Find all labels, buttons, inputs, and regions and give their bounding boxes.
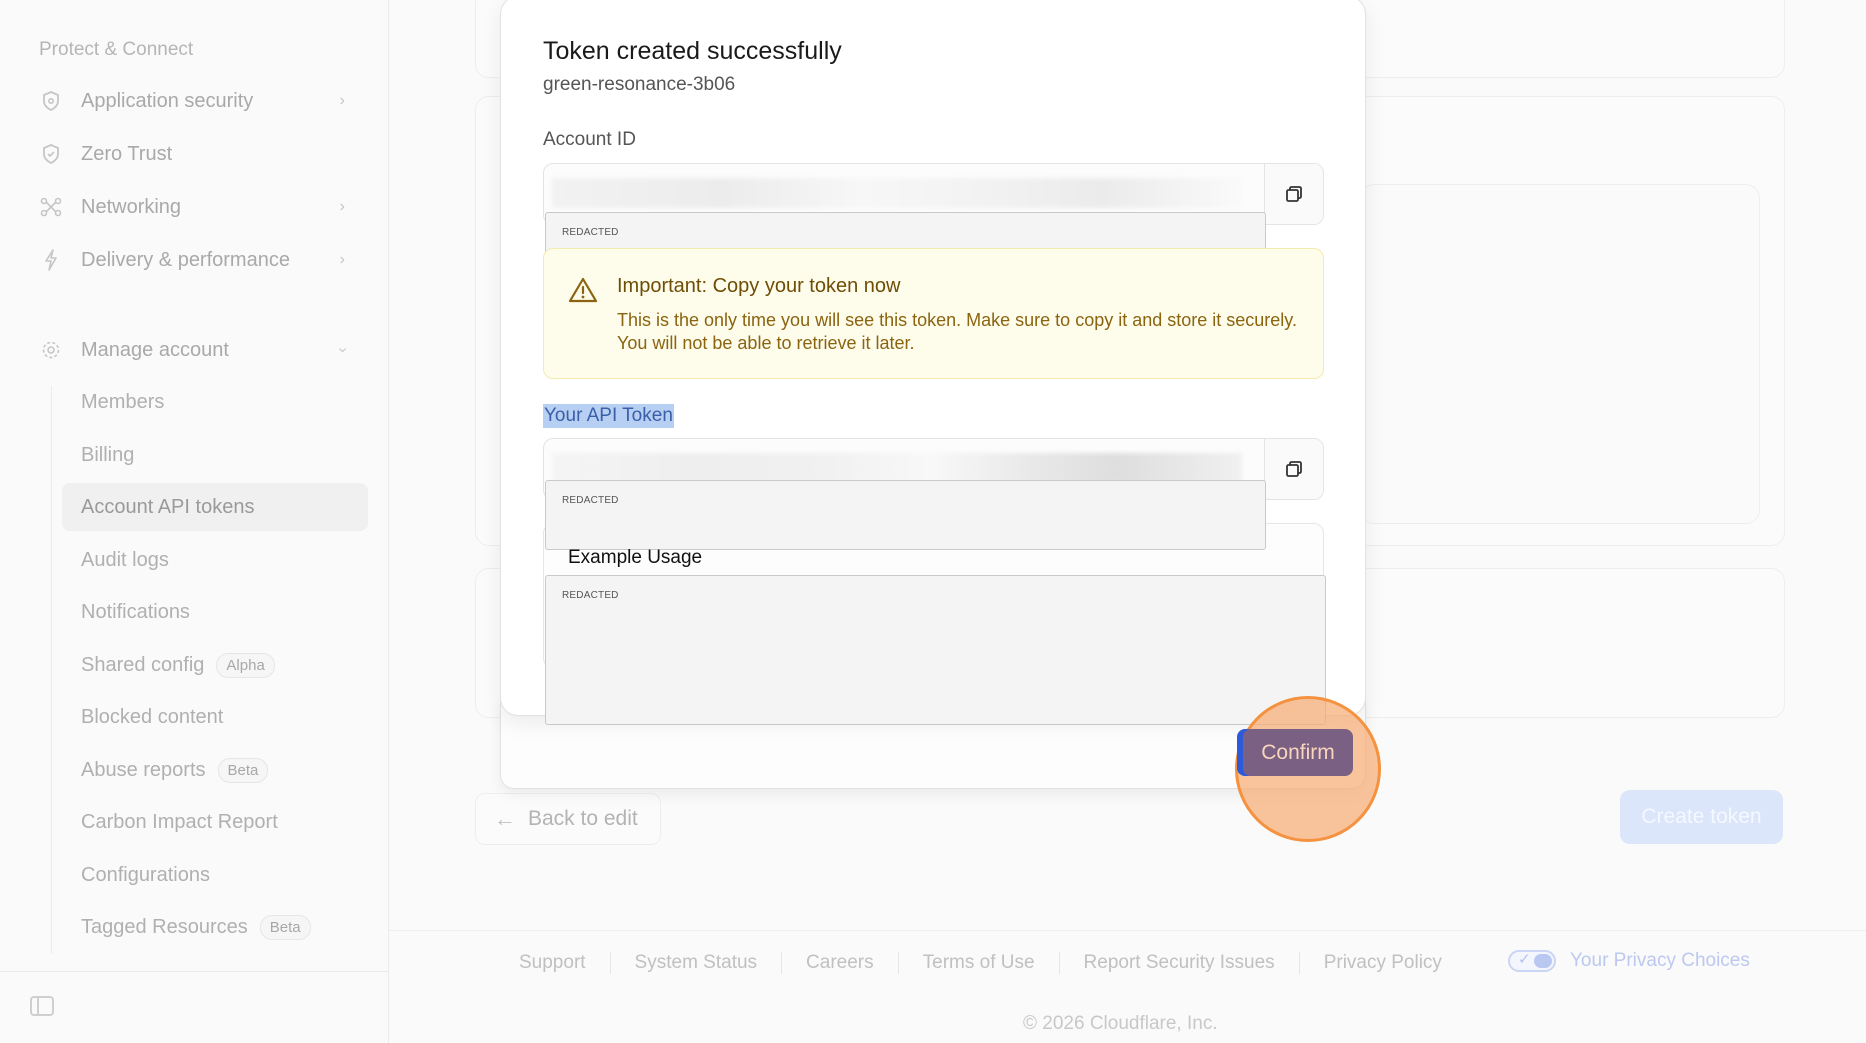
sidebar-item-label: Tagged Resources: [81, 915, 248, 938]
network-icon: [39, 195, 63, 219]
sidebar-item-delivery-performance[interactable]: Delivery & performance ›: [39, 242, 359, 278]
sidebar-item-label: Zero Trust: [81, 142, 173, 165]
sidebar-item-label: Blocked content: [81, 705, 224, 728]
sidebar-item-label: Abuse reports: [81, 758, 206, 781]
beta-badge: Beta: [259, 914, 311, 940]
alpha-badge: Alpha: [216, 652, 275, 678]
sidebar-item-label: Members: [81, 390, 165, 413]
api-token-label: Your API Token: [543, 404, 674, 428]
footer-link-report-security[interactable]: Report Security Issues: [1060, 952, 1300, 974]
footer-divider: [389, 930, 1866, 931]
copy-icon: [1286, 461, 1302, 477]
sidebar-item-members[interactable]: Members: [62, 378, 368, 426]
footer-links: Support System Status Careers Terms of U…: [500, 952, 1466, 974]
sidebar-item-label: Shared config: [81, 653, 205, 676]
gear-icon: [39, 338, 63, 362]
sidebar-item-notifications[interactable]: Notifications: [62, 588, 368, 636]
copyright-text: © 2026 Cloudflare, Inc.: [1023, 1013, 1218, 1034]
api-token-value: [552, 453, 1242, 483]
copy-token-button[interactable]: [1264, 439, 1323, 499]
sidebar-section-title: Protect & Connect: [39, 39, 194, 60]
copy-account-id-button[interactable]: [1264, 164, 1323, 224]
account-id-label: Account ID: [543, 129, 636, 150]
arrow-left-icon: ←: [494, 806, 516, 831]
sidebar-item-configurations[interactable]: Configurations: [62, 851, 368, 899]
warning-icon: [568, 277, 598, 308]
submenu-rail: [51, 386, 52, 954]
chevron-right-icon: ›: [339, 92, 345, 109]
sidebar-item-billing[interactable]: Billing: [62, 431, 368, 479]
sidebar-item-label: Carbon Impact Report: [81, 810, 278, 833]
copy-icon: [1286, 186, 1302, 202]
redacted-box: REDACTED: [545, 480, 1266, 550]
sidebar-item-audit-logs[interactable]: Audit logs: [62, 536, 368, 584]
sidebar-item-blocked-content[interactable]: Blocked content: [62, 693, 368, 741]
chevron-right-icon: ›: [339, 251, 345, 268]
sidebar: Protect & Connect Application security ›…: [0, 0, 389, 1043]
account-id-value: [552, 178, 1242, 208]
footer-link-careers[interactable]: Careers: [782, 952, 899, 974]
chevron-right-icon: ›: [339, 198, 345, 215]
footer-link-system-status[interactable]: System Status: [611, 952, 783, 974]
copy-token-warning: Important: Copy your token now This is t…: [543, 248, 1324, 379]
modal-title: Token created successfully: [543, 37, 842, 65]
footer-link-privacy-policy[interactable]: Privacy Policy: [1300, 952, 1466, 974]
sidebar-item-label: Audit logs: [81, 548, 169, 571]
footer-link-terms[interactable]: Terms of Use: [899, 952, 1060, 974]
create-token-button[interactable]: Create token: [1620, 790, 1783, 844]
sidebar-item-label: Billing: [81, 443, 135, 466]
shield-lock-icon: [39, 142, 63, 166]
warning-title: Important: Copy your token now: [617, 275, 901, 297]
sidebar-item-tagged-resources[interactable]: Tagged Resources Beta: [62, 903, 368, 951]
privacy-choices-label: Your Privacy Choices: [1570, 950, 1750, 971]
privacy-toggle-icon: [1508, 950, 1556, 972]
sidebar-item-label: Account API tokens: [81, 495, 255, 518]
sidebar-collapse-icon[interactable]: [30, 996, 54, 1016]
sidebar-item-application-security[interactable]: Application security ›: [39, 83, 359, 119]
sidebar-item-label: Notifications: [81, 600, 190, 623]
sidebar-item-carbon-impact-report[interactable]: Carbon Impact Report: [62, 798, 368, 846]
warning-text: This is the only time you will see this …: [617, 310, 1297, 353]
sidebar-item-networking[interactable]: Networking ›: [39, 189, 359, 225]
chevron-down-icon: ›: [334, 347, 352, 353]
sidebar-item-abuse-reports[interactable]: Abuse reports Beta: [62, 746, 368, 794]
redacted-box: REDACTED: [545, 575, 1326, 725]
sidebar-item-label: Delivery & performance: [81, 248, 290, 271]
sidebar-bottom-bar: [0, 971, 389, 1043]
example-usage-title: Example Usage: [568, 547, 703, 568]
back-to-edit-label: Back to edit: [528, 807, 638, 830]
sidebar-item-label: Manage account: [81, 338, 229, 361]
confirm-button[interactable]: Confirm: [1243, 729, 1353, 776]
privacy-choices-link[interactable]: Your Privacy Choices: [1508, 950, 1750, 972]
token-name: green-resonance-3b06: [543, 74, 736, 95]
background-panel: [1360, 184, 1760, 524]
bolt-icon: [39, 248, 63, 272]
sidebar-item-zero-trust[interactable]: Zero Trust: [39, 136, 359, 172]
beta-badge: Beta: [217, 757, 269, 783]
sidebar-item-label: Networking: [81, 195, 182, 218]
sidebar-item-label: Application security: [81, 89, 254, 112]
footer-link-support[interactable]: Support: [500, 952, 611, 974]
sidebar-item-shared-config[interactable]: Shared config Alpha: [62, 641, 368, 689]
sidebar-item-account-api-tokens[interactable]: Account API tokens: [62, 483, 368, 531]
sidebar-item-manage-account[interactable]: Manage account ›: [39, 332, 359, 368]
sidebar-item-label: Configurations: [81, 863, 210, 886]
shield-icon: [39, 89, 63, 113]
back-to-edit-button[interactable]: ← Back to edit: [475, 793, 661, 845]
